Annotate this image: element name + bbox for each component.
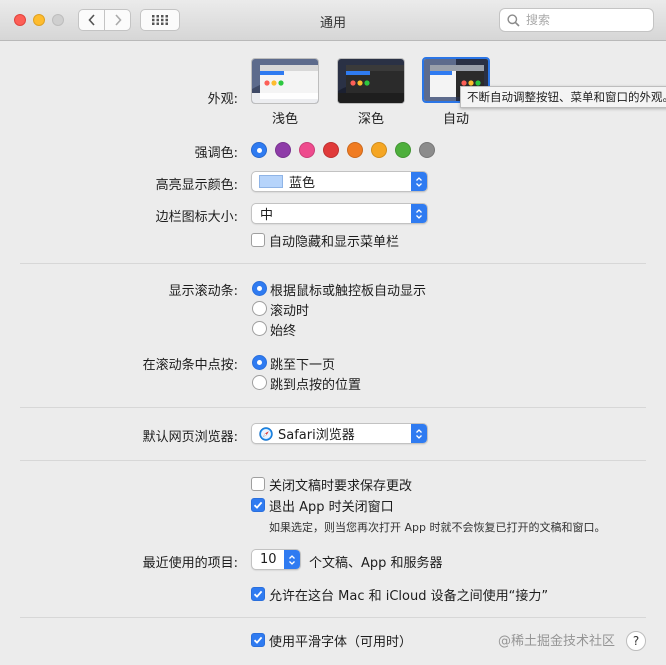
checkmark-icon	[253, 636, 263, 644]
recent-items-value: 10	[260, 552, 277, 567]
scrollbars-auto-radio[interactable]	[252, 281, 267, 296]
close-windows-on-quit-label: 退出 App 时关闭窗口	[269, 500, 394, 515]
appearance-label: 外观:	[207, 92, 238, 107]
grid-icon	[152, 15, 168, 25]
autohide-menubar-label: 自动隐藏和显示菜单栏	[269, 235, 400, 250]
popup-arrows-icon	[411, 204, 427, 223]
show-all-button[interactable]	[140, 9, 180, 31]
dark-preview-image	[338, 59, 404, 103]
close-windows-note: 如果选定，则当您再次打开 App 时就不会恢复已打开的文稿和窗口。	[269, 521, 606, 534]
handoff-label: 允许在这台 Mac 和 iCloud 设备之间使用“接力”	[269, 589, 549, 604]
selected-indicator	[256, 147, 262, 153]
sidebar-icon-size-popup[interactable]: 中	[251, 203, 428, 224]
search-field[interactable]	[499, 8, 654, 32]
minimize-window-button[interactable]	[33, 14, 45, 26]
highlight-color-value: 蓝色	[289, 176, 316, 191]
accent-color-swatch[interactable]	[371, 142, 387, 158]
close-windows-on-quit-checkbox[interactable]	[251, 498, 265, 512]
appearance-dark-label: 深色	[357, 112, 384, 127]
ask-save-changes-label: 关闭文稿时要求保存更改	[269, 479, 413, 494]
accent-color-label: 强调色:	[194, 146, 238, 161]
accent-color-swatch[interactable]	[275, 142, 291, 158]
autohide-menubar-checkbox[interactable]	[251, 233, 265, 247]
back-button[interactable]	[78, 9, 105, 31]
highlight-color-popup[interactable]: 蓝色	[251, 171, 428, 192]
close-window-button[interactable]	[14, 14, 26, 26]
checkmark-icon	[253, 501, 263, 509]
scrollbars-when-scrolling-radio[interactable]	[252, 301, 267, 316]
scrollbars-auto-label: 根据鼠标或触控板自动显示	[270, 284, 427, 299]
handoff-checkbox[interactable]	[251, 587, 265, 601]
recent-items-label: 最近使用的项目:	[142, 556, 238, 571]
highlight-color-label: 高亮显示颜色:	[155, 178, 238, 193]
accent-color-swatch[interactable]	[347, 142, 363, 158]
popup-arrows-icon	[411, 172, 427, 191]
accent-color-swatch[interactable]	[419, 142, 435, 158]
light-preview-image	[252, 59, 318, 103]
accent-color-swatch[interactable]	[395, 142, 411, 158]
show-scrollbars-label: 显示滚动条:	[168, 284, 238, 299]
default-browser-value: Safari浏览器	[278, 428, 355, 443]
appearance-light-option[interactable]	[251, 58, 319, 104]
scroll-click-label: 在滚动条中点按:	[142, 358, 238, 373]
divider	[20, 617, 646, 618]
highlight-swatch	[259, 175, 283, 188]
divider	[20, 460, 646, 461]
scrollbars-always-label: 始终	[270, 324, 297, 339]
sidebar-icon-size-label: 边栏图标大小:	[155, 210, 238, 225]
accent-color-swatch[interactable]	[251, 142, 267, 158]
appearance-auto-label: 自动	[442, 112, 469, 127]
safari-icon	[259, 426, 273, 441]
jump-to-spot-label: 跳到点按的位置	[270, 378, 362, 393]
jump-next-page-radio[interactable]	[252, 355, 267, 370]
chevron-left-icon	[87, 14, 95, 26]
jump-to-spot-radio[interactable]	[252, 375, 267, 390]
help-button[interactable]: ?	[626, 631, 646, 651]
scrollbars-when-scrolling-label: 滚动时	[270, 304, 310, 319]
popup-arrows-icon	[411, 424, 427, 443]
default-browser-label: 默认网页浏览器:	[142, 430, 238, 445]
font-smoothing-label: 使用平滑字体（可用时）	[269, 635, 413, 650]
appearance-light-label: 浅色	[271, 112, 298, 127]
checkmark-icon	[253, 590, 263, 598]
appearance-tooltip: 不断自动调整按钮、菜单和窗口的外观。	[460, 86, 666, 108]
sidebar-icon-size-value: 中	[260, 208, 274, 223]
jump-next-page-label: 跳至下一页	[270, 358, 336, 373]
appearance-dark-option[interactable]	[337, 58, 405, 104]
preferences-window: 通用 外观:	[0, 0, 666, 665]
chevron-right-icon	[114, 14, 122, 26]
accent-color-swatch[interactable]	[323, 142, 339, 158]
title-bar: 通用	[0, 0, 666, 41]
search-input[interactable]	[524, 12, 648, 28]
zoom-window-button[interactable]	[52, 14, 64, 26]
divider	[20, 263, 646, 264]
scrollbars-always-radio[interactable]	[252, 321, 267, 336]
watermark: @稀土掘金技术社区	[498, 634, 616, 649]
forward-button[interactable]	[104, 9, 131, 31]
font-smoothing-checkbox[interactable]	[251, 633, 265, 647]
accent-color-swatch[interactable]	[299, 142, 315, 158]
recent-items-suffix: 个文稿、App 和服务器	[309, 556, 443, 571]
popup-arrows-icon	[284, 550, 300, 569]
ask-save-changes-checkbox[interactable]	[251, 477, 265, 491]
default-browser-popup[interactable]: Safari浏览器	[251, 423, 428, 444]
search-icon	[507, 13, 520, 27]
recent-items-popup[interactable]: 10	[251, 549, 301, 570]
divider	[20, 407, 646, 408]
